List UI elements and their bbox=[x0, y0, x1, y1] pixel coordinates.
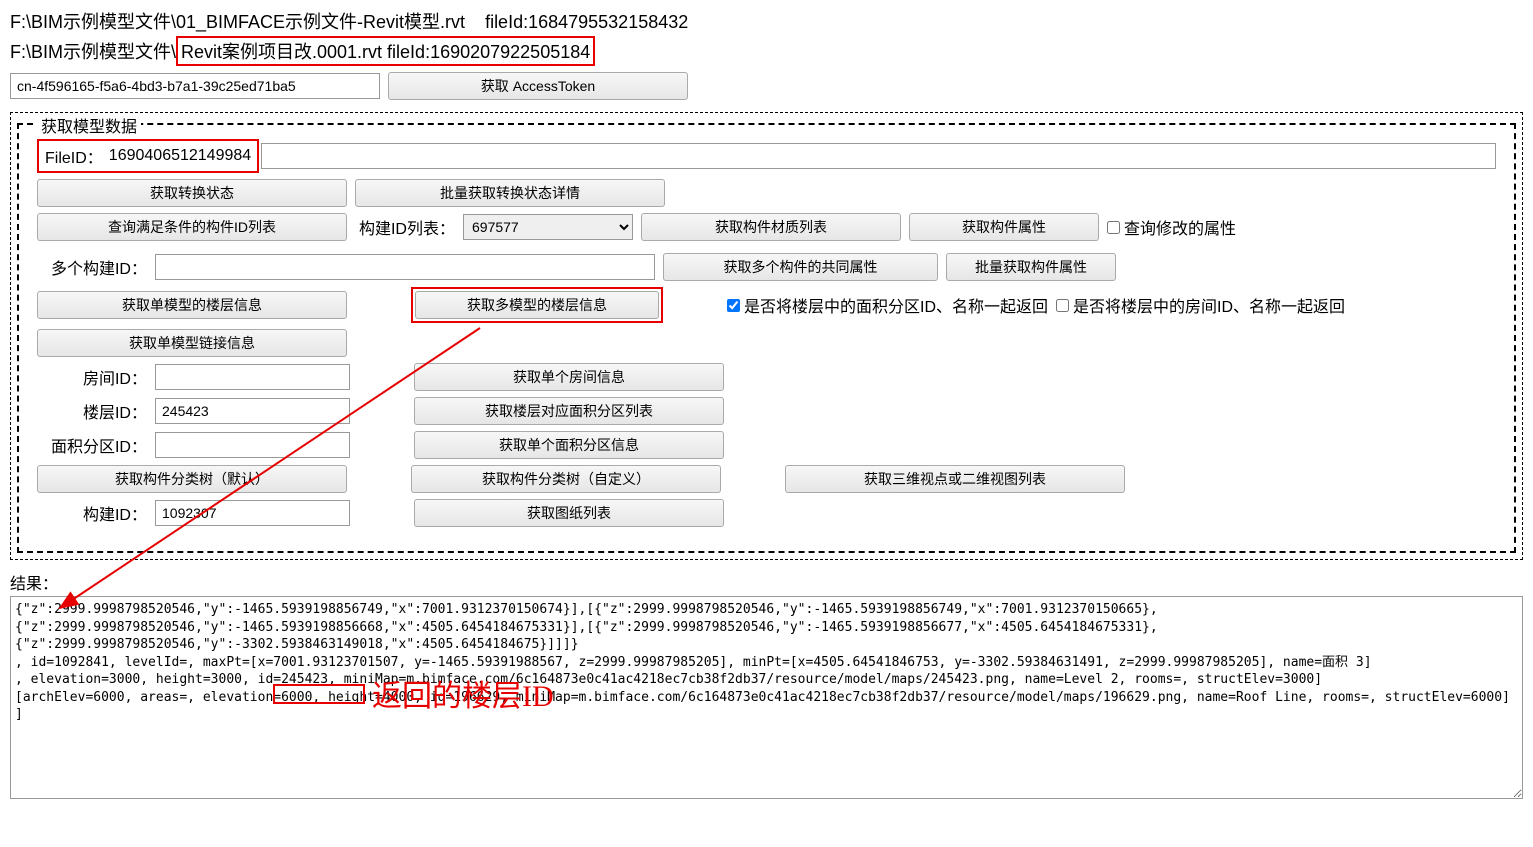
batch-convert-status-button[interactable]: 批量获取转换状态详情 bbox=[355, 179, 665, 207]
path-2-prefix: F:\BIM示例模型文件\ bbox=[10, 42, 176, 62]
path-line-1: F:\BIM示例模型文件\01_BIMFACE示例文件-Revit模型.rvt … bbox=[10, 8, 1523, 34]
room-id-input[interactable] bbox=[155, 364, 350, 390]
query-modified-props-label[interactable]: 查询修改的属性 bbox=[1107, 215, 1236, 239]
area-id-input[interactable] bbox=[155, 432, 350, 458]
path-1-fileid: fileId:1684795532158432 bbox=[485, 12, 688, 32]
path-1-file: F:\BIM示例模型文件\01_BIMFACE示例文件-Revit模型.rvt bbox=[10, 12, 465, 32]
return-area-text: 是否将楼层中的面积分区ID、名称一起返回 bbox=[744, 293, 1048, 317]
path-2-highlighted: Revit案例项目改.0001.rvt fileId:1690207922505… bbox=[176, 36, 595, 66]
room-id-label: 房间ID： bbox=[37, 365, 147, 389]
return-area-checkbox[interactable] bbox=[727, 299, 740, 312]
floor-id-input[interactable] bbox=[155, 398, 350, 424]
multi-common-props-button[interactable]: 获取多个构件的共同属性 bbox=[663, 253, 938, 281]
query-modified-props-text: 查询修改的属性 bbox=[1124, 215, 1236, 239]
component-id-input[interactable] bbox=[155, 500, 350, 526]
get-single-room-button[interactable]: 获取单个房间信息 bbox=[414, 363, 724, 391]
get-views-button[interactable]: 获取三维视点或二维视图列表 bbox=[785, 465, 1125, 493]
get-component-props-button[interactable]: 获取构件属性 bbox=[909, 213, 1099, 241]
get-access-token-button[interactable]: 获取 AccessToken bbox=[388, 72, 688, 100]
query-modified-props-checkbox[interactable] bbox=[1107, 221, 1120, 234]
get-material-list-button[interactable]: 获取构件材质列表 bbox=[641, 213, 901, 241]
fileid-highlight-box: FileID： 1690406512149984 bbox=[37, 139, 259, 173]
model-data-fieldset: 获取模型数据 FileID： 1690406512149984 获取转换状态 批… bbox=[17, 123, 1516, 553]
get-single-area-button[interactable]: 获取单个面积分区信息 bbox=[414, 431, 724, 459]
return-room-label[interactable]: 是否将楼层中的房间ID、名称一起返回 bbox=[1056, 293, 1345, 317]
floor-id-label: 楼层ID： bbox=[37, 399, 147, 423]
multi-floor-highlight: 获取多模型的楼层信息 bbox=[411, 287, 663, 323]
category-tree-custom-button[interactable]: 获取构件分类树（自定义） bbox=[411, 465, 721, 493]
single-model-link-button[interactable]: 获取单模型链接信息 bbox=[37, 329, 347, 357]
component-id-label: 构建ID： bbox=[37, 501, 147, 525]
outer-dashed-container: 获取模型数据 FileID： 1690406512149984 获取转换状态 批… bbox=[10, 112, 1523, 560]
single-model-floor-button[interactable]: 获取单模型的楼层信息 bbox=[37, 291, 347, 319]
path-line-2: F:\BIM示例模型文件\Revit案例项目改.0001.rvt fileId:… bbox=[10, 36, 1523, 66]
return-room-checkbox[interactable] bbox=[1056, 299, 1069, 312]
multi-component-id-input[interactable] bbox=[155, 254, 655, 280]
return-room-text: 是否将楼层中的房间ID、名称一起返回 bbox=[1073, 293, 1345, 317]
return-area-label[interactable]: 是否将楼层中的面积分区ID、名称一起返回 bbox=[727, 293, 1048, 317]
category-tree-default-button[interactable]: 获取构件分类树（默认） bbox=[37, 465, 347, 493]
area-id-label: 面积分区ID： bbox=[37, 433, 147, 457]
fileid-input[interactable] bbox=[261, 143, 1496, 169]
fileid-label: FileID： bbox=[45, 144, 103, 168]
get-convert-status-button[interactable]: 获取转换状态 bbox=[37, 179, 347, 207]
query-component-ids-button[interactable]: 查询满足条件的构件ID列表 bbox=[37, 213, 347, 241]
multi-component-id-label: 多个构建ID： bbox=[37, 255, 147, 279]
multi-model-floor-button[interactable]: 获取多模型的楼层信息 bbox=[415, 291, 659, 319]
batch-component-props-button[interactable]: 批量获取构件属性 bbox=[946, 253, 1116, 281]
fileid-value-visible: 1690406512149984 bbox=[109, 147, 251, 165]
component-id-select[interactable]: 697577 bbox=[463, 214, 633, 240]
file-paths: F:\BIM示例模型文件\01_BIMFACE示例文件-Revit模型.rvt … bbox=[10, 8, 1523, 66]
component-id-list-label: 构建ID列表： bbox=[355, 215, 455, 239]
access-token-input[interactable] bbox=[10, 73, 380, 99]
result-label: 结果： bbox=[10, 570, 1523, 594]
get-drawing-list-button[interactable]: 获取图纸列表 bbox=[414, 499, 724, 527]
result-textarea[interactable] bbox=[10, 596, 1523, 799]
get-floor-area-list-button[interactable]: 获取楼层对应面积分区列表 bbox=[414, 397, 724, 425]
fieldset-legend: 获取模型数据 bbox=[37, 113, 141, 137]
